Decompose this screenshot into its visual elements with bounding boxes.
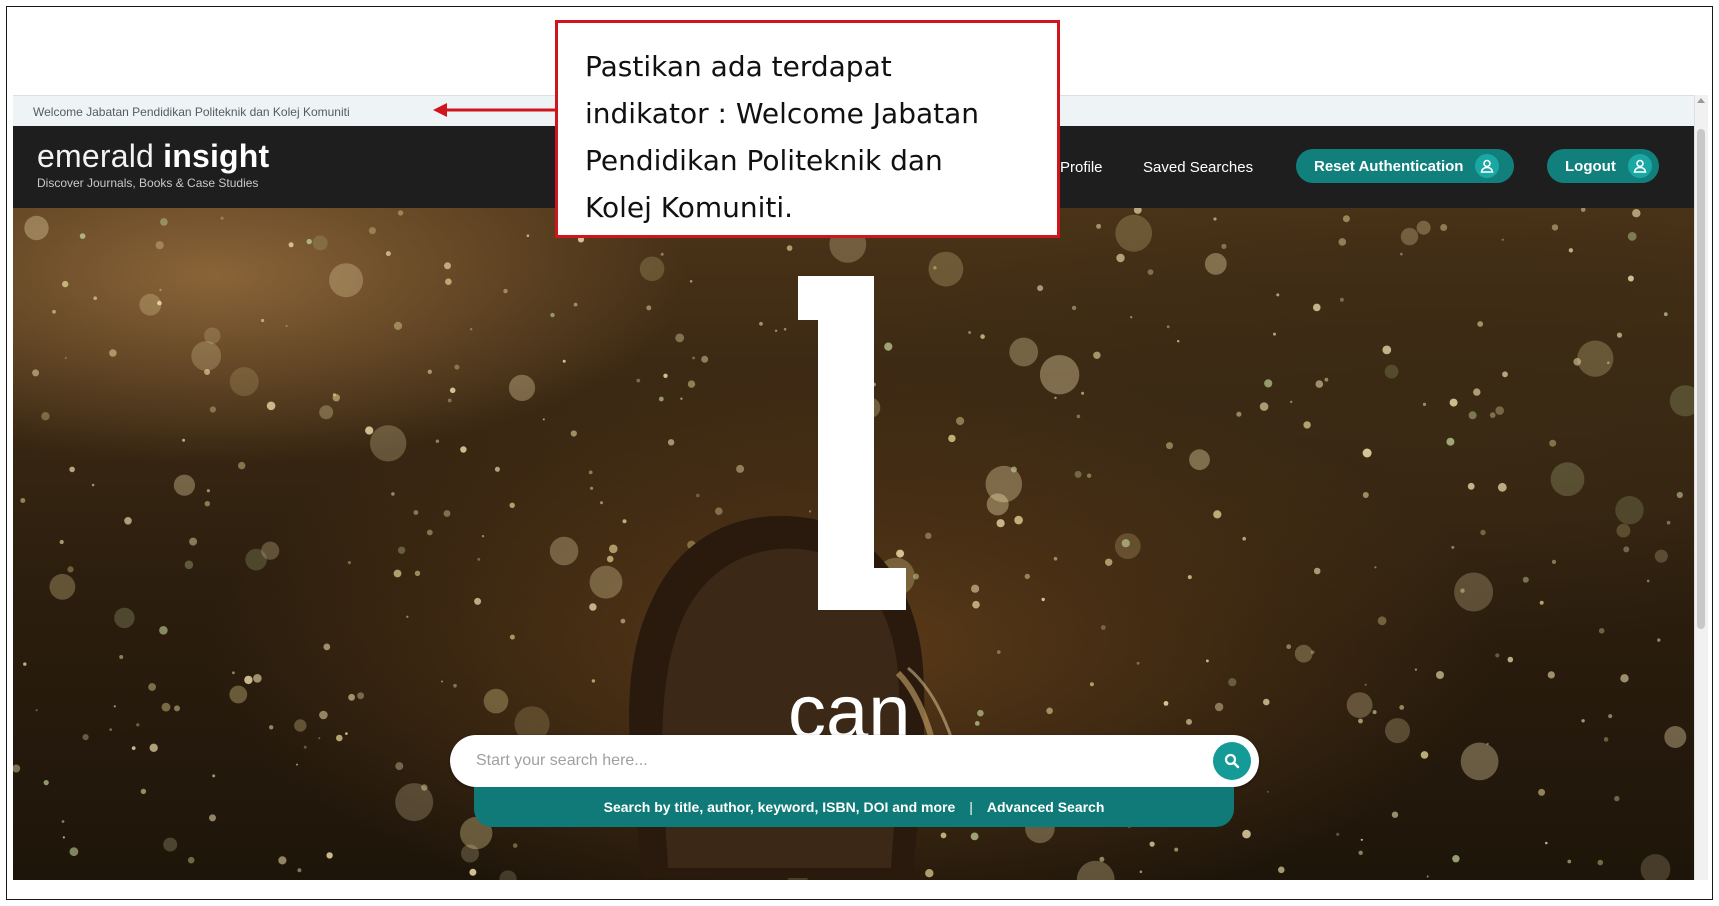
logo-word-emerald: emerald xyxy=(37,138,155,174)
hero-banner: can Search by title, author, keyword, IS… xyxy=(13,208,1694,880)
scroll-thumb[interactable] xyxy=(1697,129,1705,629)
annotation-callout: Pastikan ada terdapat indikator : Welcom… xyxy=(555,20,1060,238)
logo-wordmark: emerald insight xyxy=(37,138,269,174)
saved-searches-link[interactable]: Saved Searches xyxy=(1143,159,1253,176)
reset-authentication-button[interactable]: Reset Authentication xyxy=(1296,149,1514,183)
search-hint-text: Search by title, author, keyword, ISBN, … xyxy=(603,799,956,815)
user-icon xyxy=(1627,154,1652,178)
logout-button[interactable]: Logout xyxy=(1547,149,1659,183)
search-bar xyxy=(450,735,1259,787)
hero-letter-i xyxy=(798,208,906,610)
search-button[interactable] xyxy=(1213,742,1251,780)
logo-word-insight: insight xyxy=(163,138,270,174)
user-icon xyxy=(1475,154,1500,178)
logout-label: Logout xyxy=(1565,157,1616,175)
profile-link[interactable]: Profile xyxy=(1060,159,1103,176)
welcome-indicator: Welcome Jabatan Pendidikan Politeknik da… xyxy=(33,105,350,119)
reset-authentication-label: Reset Authentication xyxy=(1314,157,1464,175)
advanced-search-link[interactable]: Advanced Search xyxy=(987,799,1105,815)
search-input[interactable] xyxy=(476,747,1176,775)
annotation-line-4: Kolej Komuniti. xyxy=(585,191,794,224)
annotation-line-3: Pendidikan Politeknik dan xyxy=(585,144,943,177)
search-hint-separator: | xyxy=(969,799,973,815)
scroll-up-arrow-icon[interactable] xyxy=(1697,98,1705,103)
emerald-insight-logo[interactable]: emerald insight Discover Journals, Books… xyxy=(37,138,269,190)
annotation-line-1: Pastikan ada terdapat xyxy=(585,50,892,83)
annotation-line-2: indikator : Welcome Jabatan xyxy=(585,97,980,130)
search-icon xyxy=(1224,753,1240,769)
page-scrollbar[interactable] xyxy=(1694,95,1708,880)
logo-tagline: Discover Journals, Books & Case Studies xyxy=(37,176,259,190)
search-hint-bar: Search by title, author, keyword, ISBN, … xyxy=(474,787,1234,827)
